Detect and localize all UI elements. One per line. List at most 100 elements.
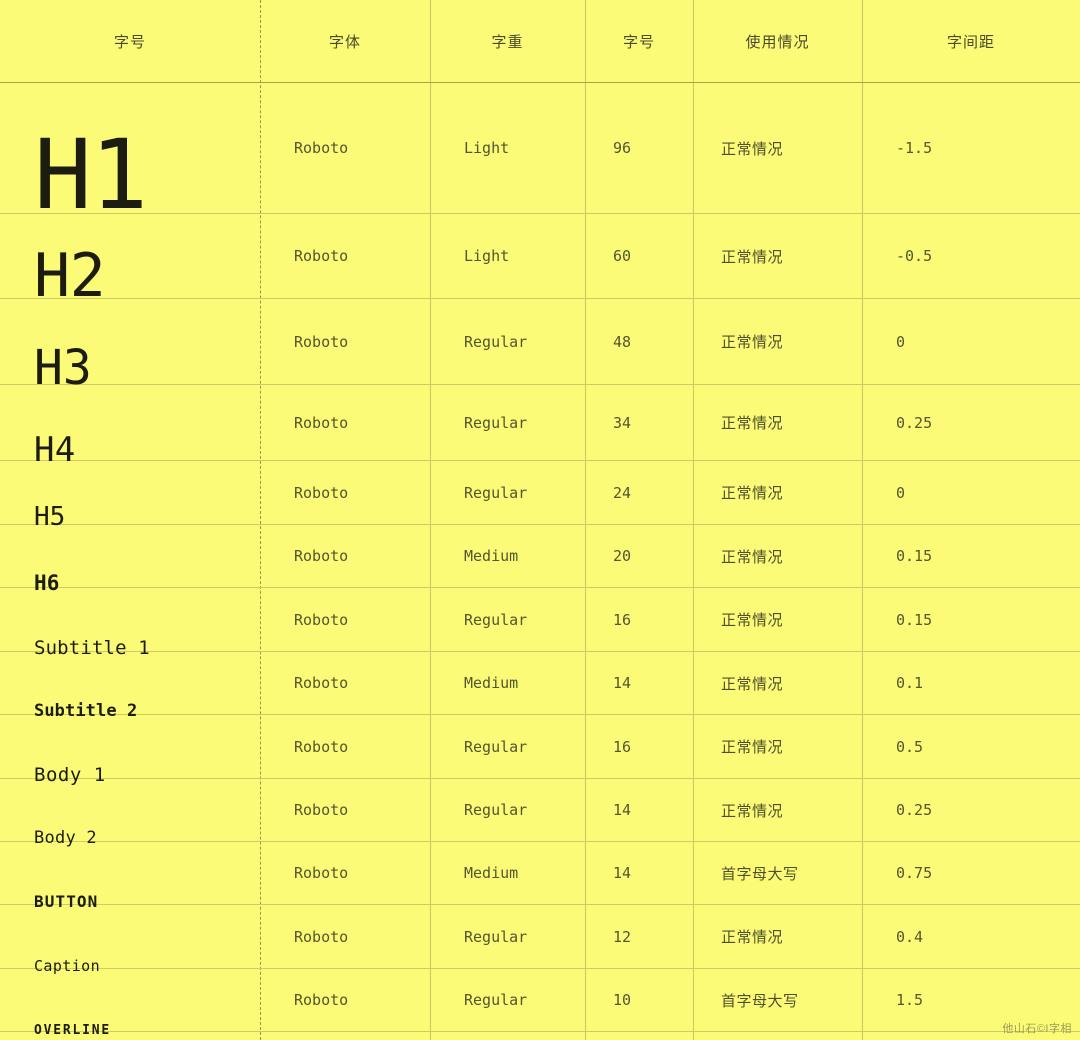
letter-spacing-cell: 0.4	[862, 904, 1080, 969]
weight-cell: Regular	[430, 904, 585, 969]
letter-spacing-cell: 0.5	[862, 714, 1080, 779]
letter-spacing-cell: -1.5	[862, 82, 1080, 214]
weight-cell: Regular	[430, 968, 585, 1032]
font-cell: Roboto	[260, 384, 430, 461]
sample-cell: BUTTON	[0, 841, 260, 910]
weight-cell: Light	[430, 213, 585, 299]
weight-cell: Medium	[430, 524, 585, 588]
sample-cell: H6	[0, 524, 260, 593]
font-cell: Roboto	[260, 651, 430, 715]
sample-text-h1: H1	[34, 118, 148, 231]
weight-cell: Medium	[430, 651, 585, 715]
sample-cell: Subtitle 1	[0, 587, 260, 657]
sample-cell: H1	[0, 82, 260, 223]
table-row: OVERLINE Roboto Regular 10 首字母大写 1.5	[0, 968, 1080, 1037]
usage-cell: 首字母大写	[693, 841, 862, 905]
font-cell: Roboto	[260, 213, 430, 299]
table-row: H6 Roboto Medium 20 正常情况 0.15	[0, 524, 1080, 593]
column-header-style-name: 字号	[0, 0, 260, 83]
font-cell: Roboto	[260, 82, 430, 214]
usage-cell: 正常情况	[693, 651, 862, 715]
font-cell: Roboto	[260, 968, 430, 1032]
weight-cell: Regular	[430, 587, 585, 652]
size-cell: 16	[585, 714, 693, 779]
weight-cell: Medium	[430, 841, 585, 905]
weight-cell: Regular	[430, 778, 585, 842]
font-cell: Roboto	[260, 714, 430, 779]
sample-cell: H3	[0, 298, 260, 392]
table-row: H2 Roboto Light 60 正常情况 -0.5	[0, 213, 1080, 306]
usage-cell: 正常情况	[693, 778, 862, 842]
usage-cell: 首字母大写	[693, 968, 862, 1032]
table-row: Caption Roboto Regular 12 正常情况 0.4	[0, 904, 1080, 974]
size-cell: 96	[585, 82, 693, 214]
letter-spacing-cell: 0.15	[862, 587, 1080, 652]
letter-spacing-cell: 0.1	[862, 651, 1080, 715]
sample-text-overline: OVERLINE	[34, 1023, 112, 1039]
table-body: H1 Roboto Light 96 正常情况 -1.5 H2 Roboto L…	[0, 82, 1080, 1037]
font-cell: Roboto	[260, 904, 430, 969]
letter-spacing-cell: 0.25	[862, 778, 1080, 842]
watermark: 他山石©I字相	[1002, 1023, 1072, 1035]
sample-cell: Subtitle 2	[0, 651, 260, 720]
size-cell: 20	[585, 524, 693, 588]
font-cell: Roboto	[260, 298, 430, 385]
column-header-font: 字体	[260, 0, 430, 83]
table-row: BUTTON Roboto Medium 14 首字母大写 0.75	[0, 841, 1080, 910]
sample-cell: H4	[0, 384, 260, 467]
letter-spacing-cell: 0	[862, 460, 1080, 525]
font-cell: Roboto	[260, 841, 430, 905]
font-cell: Roboto	[260, 460, 430, 525]
size-cell: 12	[585, 904, 693, 969]
font-cell: Roboto	[260, 524, 430, 588]
header-row: 字号 字体 字重 字号 使用情况 字间距	[0, 0, 1080, 83]
weight-cell: Regular	[430, 460, 585, 525]
letter-spacing-cell: 0	[862, 298, 1080, 385]
usage-cell: 正常情况	[693, 460, 862, 525]
size-cell: 14	[585, 841, 693, 905]
sample-cell: OVERLINE	[0, 968, 260, 1037]
sample-cell: H2	[0, 213, 260, 306]
usage-cell: 正常情况	[693, 904, 862, 969]
size-cell: 48	[585, 298, 693, 385]
column-header-weight: 字重	[430, 0, 585, 83]
table-row: H1 Roboto Light 96 正常情况 -1.5	[0, 82, 1080, 223]
usage-cell: 正常情况	[693, 82, 862, 214]
size-cell: 14	[585, 651, 693, 715]
size-cell: 60	[585, 213, 693, 299]
column-header-letter-spacing: 字间距	[862, 0, 1080, 83]
typography-table: 字号 字体 字重 字号 使用情况 字间距 H1 Roboto Light 96 …	[0, 0, 1080, 1037]
weight-cell: Regular	[430, 298, 585, 385]
column-header-size: 字号	[585, 0, 693, 83]
usage-cell: 正常情况	[693, 714, 862, 779]
size-cell: 34	[585, 384, 693, 461]
column-header-usage: 使用情况	[693, 0, 862, 83]
table-row: H4 Roboto Regular 34 正常情况 0.25	[0, 384, 1080, 467]
letter-spacing-cell: 0.15	[862, 524, 1080, 588]
typography-spec-sheet: 字号 字体 字重 字号 使用情况 字间距 H1 Roboto Light 96 …	[0, 0, 1080, 1040]
letter-spacing-cell: 0.25	[862, 384, 1080, 461]
usage-cell: 正常情况	[693, 587, 862, 652]
usage-cell: 正常情况	[693, 524, 862, 588]
table-row: H3 Roboto Regular 48 正常情况 0	[0, 298, 1080, 392]
table-row: Subtitle 2 Roboto Medium 14 正常情况 0.1	[0, 651, 1080, 720]
size-cell: 24	[585, 460, 693, 525]
sample-cell: Caption	[0, 904, 260, 974]
size-cell: 16	[585, 587, 693, 652]
sample-cell: Body 2	[0, 778, 260, 847]
sample-text-h3: H3	[34, 339, 92, 396]
table-row: Body 2 Roboto Regular 14 正常情况 0.25	[0, 778, 1080, 847]
usage-cell: 正常情况	[693, 298, 862, 385]
font-cell: Roboto	[260, 587, 430, 652]
weight-cell: Regular	[430, 384, 585, 461]
size-cell: 14	[585, 778, 693, 842]
table-header: 字号 字体 字重 字号 使用情况 字间距	[0, 0, 1080, 83]
font-cell: Roboto	[260, 778, 430, 842]
usage-cell: 正常情况	[693, 213, 862, 299]
weight-cell: Light	[430, 82, 585, 214]
sample-cell: Body 1	[0, 714, 260, 784]
sample-cell: H5	[0, 460, 260, 530]
table-row: H5 Roboto Regular 24 正常情况 0	[0, 460, 1080, 530]
sample-text-h2: H2	[34, 240, 106, 311]
table-row: Subtitle 1 Roboto Regular 16 正常情况 0.15	[0, 587, 1080, 657]
